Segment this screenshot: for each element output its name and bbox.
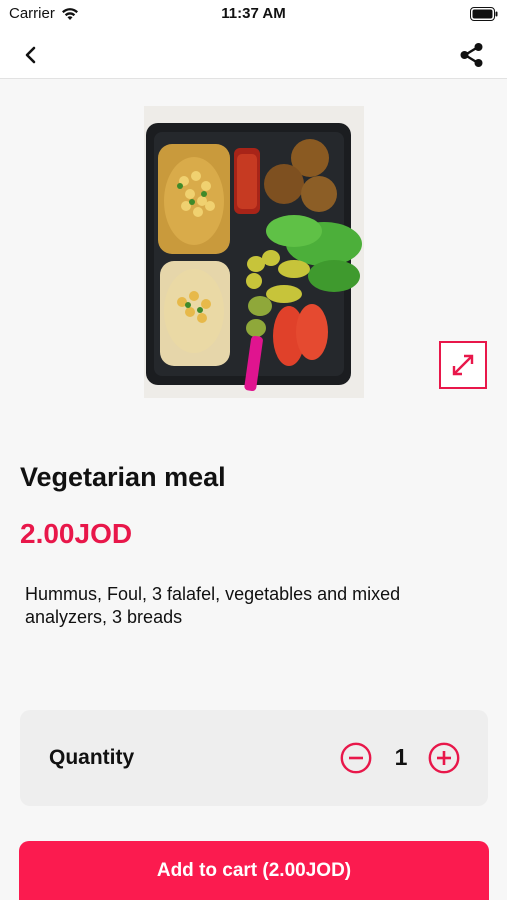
product-description: Hummus, Foul, 3 falafel, vegetables and … (25, 584, 401, 627)
status-bar: Carrier 11:37 AM (0, 0, 507, 30)
plus-circle-icon[interactable] (428, 742, 460, 774)
battery-icon (470, 7, 498, 21)
nav-bar (0, 30, 507, 79)
meal-photo (144, 106, 364, 398)
add-to-cart-label: Add to cart (2.00JOD) (156, 859, 352, 881)
status-time: 11:37 AM (221, 5, 286, 22)
back-button[interactable] (14, 38, 48, 72)
product-image[interactable] (144, 106, 364, 398)
expand-icon (452, 354, 474, 376)
quantity-card: Quantity 1 (20, 710, 488, 806)
chevron-left-icon (25, 46, 36, 64)
minus-circle-icon[interactable] (340, 742, 372, 774)
add-to-cart-button[interactable]: Add to cart (2.00JOD) (19, 841, 489, 900)
quantity-label: Quantity (49, 746, 135, 769)
share-button[interactable] (455, 38, 489, 72)
quantity-value: 1 (394, 744, 408, 770)
expand-button[interactable] (439, 341, 487, 389)
product-title: Vegetarian meal (20, 462, 226, 492)
product-price: 2.00JOD (20, 518, 133, 549)
share-icon (460, 43, 483, 67)
